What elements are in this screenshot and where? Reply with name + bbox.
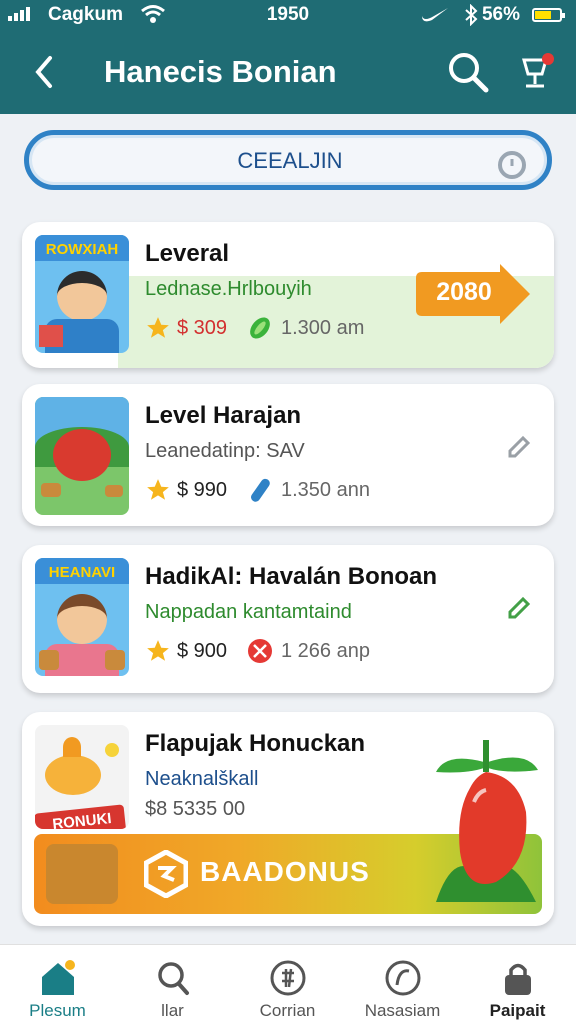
lock-icon — [505, 963, 531, 995]
capsule-icon — [251, 478, 270, 502]
notification-bell-icon[interactable] — [516, 50, 558, 94]
star-icon — [147, 317, 169, 338]
game-thumbnail[interactable]: HEANAVI — [35, 558, 129, 676]
card-price: $ 309 — [177, 316, 228, 339]
home-icon — [42, 960, 75, 995]
tab-home[interactable]: Plesum — [0, 945, 115, 1025]
card-price: $ 900 — [177, 639, 228, 662]
back-icon[interactable] — [28, 52, 60, 92]
card-title: HadikAl: Havalán Bonoan — [145, 563, 438, 590]
edit-icon[interactable] — [506, 595, 532, 621]
edit-icon[interactable] — [506, 434, 532, 460]
reward-badge[interactable]: 2080 — [416, 264, 532, 329]
thumbnail-logo: ROWXIAH — [45, 241, 119, 258]
tab-label: Plesum — [29, 1001, 86, 1020]
list-item[interactable]: ROWXIAH Leveral Lednase.Hrlbouyih $ 309 … — [22, 222, 554, 368]
app-header: Cagkum 1950 56% Hanecis Bonian — [0, 0, 576, 114]
bonus-logo-icon — [144, 850, 188, 898]
tab-lock[interactable]: Paipait — [460, 945, 575, 1025]
search-icon[interactable] — [446, 50, 490, 94]
card-duration: 1.300 am — [281, 316, 365, 339]
battery-icon — [532, 8, 565, 22]
card-price: $ 990 — [177, 478, 228, 501]
reward-value: 2080 — [436, 278, 492, 306]
card-subtitle: Lednase.Hrlbouyih — [145, 278, 312, 300]
bottom-tab-bar: Plesum llar Corrian Nasasiam Paipait — [0, 944, 576, 1025]
tab-label: Corrian — [259, 1001, 316, 1020]
tab-profile[interactable]: Nasasiam — [345, 945, 460, 1025]
star-icon — [147, 640, 169, 661]
blocked-icon — [248, 639, 272, 663]
list-item[interactable]: HEANAVI HadikAl: Havalán Bonoan Nappadan… — [22, 545, 554, 693]
search-bar[interactable] — [24, 130, 552, 190]
tab-search[interactable]: llar — [115, 945, 230, 1025]
tab-label: llar — [161, 1001, 184, 1020]
card-title: Leveral — [145, 240, 230, 267]
card-meta: $ 900 1 266 anp — [145, 637, 370, 665]
card-subtitle: Nappadan kantamtaind — [145, 601, 352, 623]
list-item[interactable]: RONUKI Flapujak Honuckan Neaknalškall $8… — [22, 712, 554, 926]
search-icon — [158, 962, 189, 995]
profile-icon — [385, 960, 421, 996]
card-meta: $ 990 1.350 ann — [145, 476, 370, 504]
gem-icon — [250, 317, 270, 339]
page-title: Hanecis Bonian — [104, 54, 337, 89]
bonus-label: BAADONUS — [200, 856, 370, 887]
clock-icon[interactable] — [497, 150, 527, 180]
star-icon — [147, 479, 169, 500]
mortar-icon — [46, 844, 118, 904]
card-price: $8 5335 00 — [145, 798, 246, 820]
search-input[interactable] — [29, 135, 551, 187]
tab-label: Nasasiam — [364, 1001, 441, 1020]
compass-icon — [270, 960, 306, 996]
card-subtitle: Leanedatinp: SAV — [145, 440, 305, 462]
card-meta: $ 309 1.300 am — [145, 314, 364, 342]
chili-pepper-icon — [436, 740, 538, 902]
card-duration: 1.350 ann — [281, 478, 370, 501]
list-item[interactable]: Level Harajan Leanedatinp: SAV $ 990 1.3… — [22, 384, 554, 526]
card-title: Flapujak Honuckan — [145, 730, 366, 757]
bluetooth-icon — [465, 4, 478, 26]
tab-label: Paipait — [489, 1001, 546, 1020]
card-subtitle: Neaknalškall — [145, 768, 259, 790]
battery-percent: 56% — [481, 4, 520, 25]
thumbnail-logo: HEANAVI — [48, 564, 116, 581]
status-bar: Cagkum 1950 56% — [0, 0, 576, 32]
card-duration: 1 266 anp — [281, 639, 370, 662]
game-thumbnail[interactable] — [35, 397, 129, 515]
game-thumbnail[interactable]: RONUKI — [35, 725, 129, 829]
card-title: Level Harajan — [145, 402, 302, 429]
game-thumbnail[interactable]: ROWXIAH — [35, 235, 129, 353]
nike-swoosh-icon — [422, 8, 448, 22]
tab-explore[interactable]: Corrian — [230, 945, 345, 1025]
